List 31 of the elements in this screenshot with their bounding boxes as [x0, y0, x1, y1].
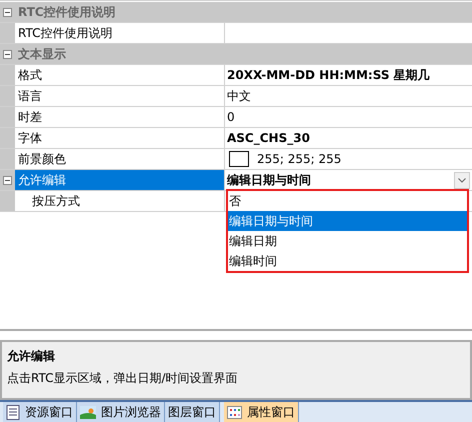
grid-icon — [227, 406, 242, 418]
window-tab[interactable]: 资源窗口 — [3, 402, 77, 422]
window-tab[interactable]: 属性窗口 — [224, 402, 299, 422]
document-icon — [6, 404, 20, 420]
dropdown-option[interactable]: 编辑日期与时间 — [228, 211, 467, 231]
description-title: 允许编辑 — [7, 348, 56, 365]
collapse-icon[interactable] — [3, 176, 12, 184]
window-tab[interactable]: 图片浏览器 — [77, 402, 165, 422]
property-value: 0 — [227, 109, 235, 126]
property-name-cell[interactable]: 允许编辑 — [15, 170, 225, 190]
property-name-cell[interactable]: 字体 — [15, 128, 225, 148]
property-value: 编辑日期与时间 — [227, 172, 311, 189]
dropdown-option[interactable]: 否 — [228, 191, 467, 211]
dropdown-button[interactable] — [454, 172, 470, 188]
property-value: 20XX-MM-DD HH:MM:SS 星期几 — [227, 67, 430, 84]
property-name-cell[interactable]: 语言 — [15, 86, 225, 106]
chevron-down-icon — [458, 178, 466, 182]
property-name-cell[interactable]: 前景颜色 — [15, 149, 225, 169]
dropdown-option[interactable]: 编辑时间 — [228, 251, 467, 271]
property-value: 中文 — [227, 88, 251, 105]
property-name-cell[interactable]: 格式 — [15, 65, 225, 85]
category-header: RTC控件使用说明 — [17, 4, 116, 21]
picture-icon — [80, 406, 96, 418]
collapse-icon[interactable] — [3, 8, 12, 16]
description-text: 点击RTC显示区域，弹出日期/时间设置界面 — [7, 370, 239, 387]
category-header: 文本显示 — [17, 46, 66, 63]
property-value: 255; 255; 255 — [257, 151, 342, 168]
window-tab[interactable]: 图层窗口 — [165, 402, 220, 422]
dropdown-option[interactable]: 编辑日期 — [228, 231, 467, 251]
property-value: ASC_CHS_30 — [227, 130, 310, 147]
collapse-icon[interactable] — [3, 50, 12, 58]
